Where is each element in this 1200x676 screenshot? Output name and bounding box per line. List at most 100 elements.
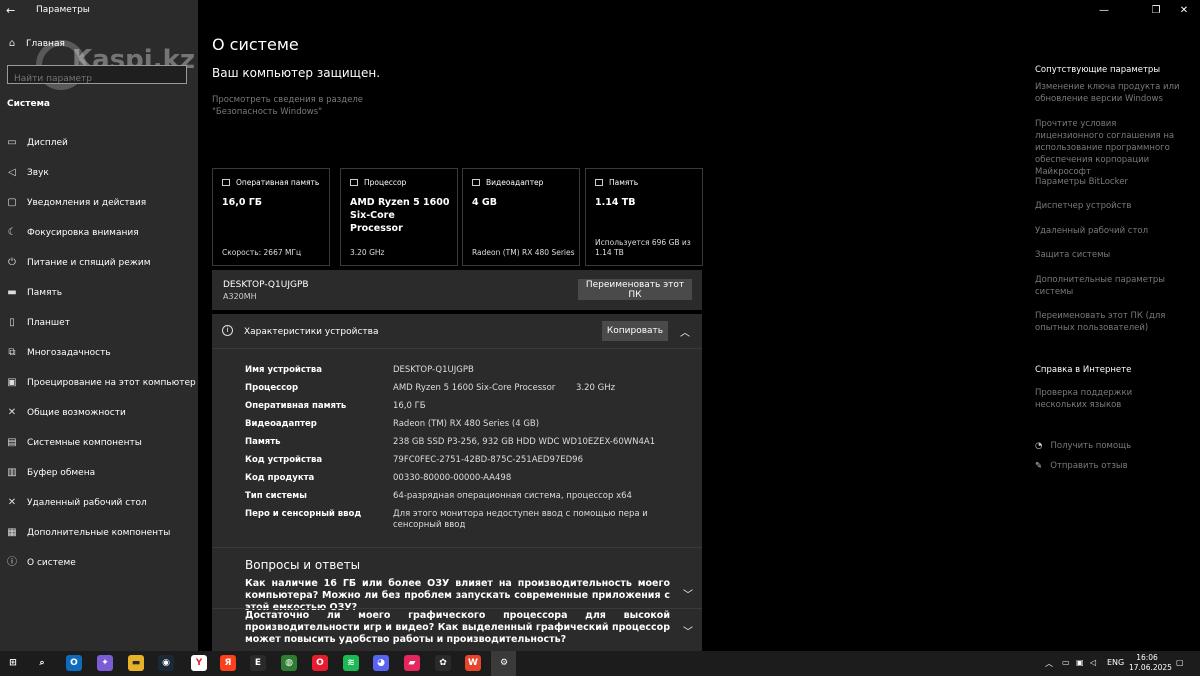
card-head: Оперативная память	[236, 178, 320, 187]
related-link[interactable]: Параметры BitLocker	[1035, 176, 1185, 188]
tablet-icon: ▯	[9, 317, 15, 328]
chevron-down-icon[interactable]: ﹀	[683, 623, 693, 638]
spec-key: Код устройства	[245, 455, 323, 465]
web-help-link[interactable]: Проверка поддержки нескольких языков	[1035, 387, 1185, 411]
clock[interactable]: 16:06 17.06.2025	[1129, 653, 1172, 673]
search-input[interactable]	[8, 70, 186, 88]
spec-key: Тип системы	[245, 491, 307, 501]
sidebar-item[interactable]: ▣ Проецирование на этот компьютер	[6, 376, 195, 390]
info-icon: i	[222, 325, 233, 336]
related-link[interactable]: Прочтите условия лицензионного соглашени…	[1035, 118, 1185, 178]
help-icon: ◔	[1035, 441, 1043, 451]
pc-name: DESKTOP-Q1UJGPB	[223, 280, 309, 290]
search-box[interactable]	[7, 65, 187, 88]
get-help-label: Получить помощь	[1050, 441, 1132, 451]
sidebar-item[interactable]: ◁ Звук	[6, 166, 49, 180]
sidebar-item-label: Многозадачность	[27, 348, 111, 358]
yandex-icon[interactable]: Я	[220, 655, 236, 671]
clipboard-icon: ▥	[7, 467, 17, 478]
back-button[interactable]: ←	[6, 4, 20, 18]
sidebar-item[interactable]: ▬ Память	[6, 286, 62, 300]
sidebar-item[interactable]: ☾ Фокусировка внимания	[6, 226, 139, 240]
spec-value: Для этого монитора недоступен ввод с пом…	[393, 509, 648, 530]
sidebar-item[interactable]: ▯ Планшет	[6, 316, 70, 330]
sidebar-item[interactable]: ⏻ Питание и спящий режим	[6, 256, 150, 270]
notification-icon: ▢	[7, 197, 17, 208]
steam-icon[interactable]: ◉	[158, 655, 174, 671]
related-link[interactable]: Изменение ключа продукта или обновление …	[1035, 81, 1185, 105]
pc-name-panel: DESKTOP-Q1UJGPB A320MH Переименовать это…	[212, 270, 702, 310]
ram-icon	[222, 179, 230, 186]
cpu-card: Процессор AMD Ryzen 5 1600 Six-Core Proc…	[340, 168, 458, 266]
app-title: Параметры	[36, 5, 90, 15]
ram-card: Оперативная память 16,0 ГБ Скорость: 266…	[212, 168, 330, 266]
volume-icon[interactable]: ◁	[1090, 658, 1096, 667]
sidebar-item[interactable]: ▢ Уведомления и действия	[6, 196, 146, 210]
sidebar-item[interactable]: ▥ Буфер обмена	[6, 466, 95, 480]
spotify-icon[interactable]: ≋	[343, 655, 359, 671]
sidebar-item[interactable]: ⓘ О системе	[6, 556, 76, 570]
sidebar-item-label: О системе	[27, 558, 76, 568]
sidebar-item-label: Удаленный рабочий стол	[27, 498, 147, 508]
start-icon[interactable]: ⊞	[5, 655, 21, 671]
gpu-card: Видеоадаптер 4 GB Radeon (TM) RX 480 Ser…	[462, 168, 580, 266]
taskbar: ⊞ ⌕ O ✦ ▬ ◉ Y Я E ◍ O ≋ ◕ ▰ ✿ W ⚙ ︿ ▭ ▣ ◁ ENG 16:06 17.0…	[0, 651, 1200, 676]
sidebar-item[interactable]: ⧉ Многозадачность	[6, 346, 111, 360]
opera-icon[interactable]: O	[312, 655, 328, 671]
gpu-icon	[472, 179, 480, 186]
security-link[interactable]: Просмотреть сведения в разделе "Безопасн…	[212, 94, 422, 118]
settings-icon[interactable]: ⚙	[496, 655, 512, 671]
copy-button[interactable]: Копировать	[602, 321, 668, 341]
notification-icon[interactable]: ▢	[1176, 658, 1184, 667]
epic-games-icon[interactable]: E	[250, 655, 266, 671]
search-icon[interactable]: ⌕	[34, 655, 50, 671]
multitask-icon: ⧉	[8, 347, 16, 358]
related-link[interactable]: Дополнительные параметры системы	[1035, 274, 1185, 298]
card-value: 4 GB	[472, 197, 497, 208]
qa-title: Вопросы и ответы	[245, 558, 361, 572]
sidebar-item[interactable]: ✕ Удаленный рабочий стол	[6, 496, 147, 510]
explorer-icon[interactable]: ▬	[128, 655, 144, 671]
chevron-up-icon[interactable]: ︿	[1045, 658, 1053, 669]
web-help-heading: Справка в Интернете	[1035, 365, 1132, 375]
spec-key: Видеоадаптер	[245, 419, 317, 429]
sidebar-item-label: Планшет	[27, 318, 70, 328]
sidebar-item[interactable]: ▦ Дополнительные компоненты	[6, 526, 170, 540]
yandex-browser-icon[interactable]: Y	[191, 655, 207, 671]
card-head: Память	[609, 178, 639, 187]
card-value: AMD Ryzen 5 1600 Six-Core Processor	[350, 197, 450, 234]
language-indicator[interactable]: ENG	[1107, 658, 1124, 667]
chevron-down-icon[interactable]: ﹀	[683, 586, 693, 601]
related-link[interactable]: Диспетчер устройств	[1035, 200, 1185, 212]
outlook-icon[interactable]: O	[66, 655, 82, 671]
chevron-up-icon[interactable]: ︿	[680, 324, 690, 339]
sidebar: Kaspi.kz ⌂ Главная Система ▭Дисплей◁Звук…	[0, 0, 198, 651]
wps-office-icon[interactable]: W	[465, 655, 481, 671]
shared-icon: ✕	[7, 407, 17, 418]
battery-icon[interactable]: ▭	[1062, 658, 1070, 667]
discord-icon[interactable]: ◕	[373, 655, 389, 671]
get-help-link[interactable]: ◔ Получить помощь	[1035, 440, 1185, 452]
rename-pc-button[interactable]: Переименовать этот ПК	[578, 279, 692, 300]
copilot-icon[interactable]: ✦	[97, 655, 113, 671]
sidebar-item[interactable]: ▭ Дисплей	[6, 136, 68, 150]
related-link[interactable]: Защита системы	[1035, 249, 1185, 261]
sidebar-item[interactable]: ✕ Общие возможности	[6, 406, 126, 420]
qa-question[interactable]: Достаточно ли моего графического процесс…	[245, 610, 670, 646]
spec-value: DESKTOP-Q1UJGPB	[393, 365, 474, 375]
spec-key: Код продукта	[245, 473, 315, 483]
sidebar-item-label: Фокусировка внимания	[27, 228, 139, 238]
feedback-link[interactable]: ✎ Отправить отзыв	[1035, 460, 1185, 472]
feedback-icon: ✎	[1035, 461, 1043, 471]
network-icon[interactable]: ▣	[1076, 658, 1084, 667]
sidebar-item[interactable]: ▤ Системные компоненты	[6, 436, 142, 450]
sidebar-item-label: Звук	[27, 168, 49, 178]
related-link[interactable]: Удаленный рабочий стол	[1035, 225, 1185, 237]
xbox-icon[interactable]: ◍	[281, 655, 297, 671]
power-icon: ⏻	[8, 257, 16, 268]
home-nav-item[interactable]: ⌂ Главная	[6, 38, 65, 50]
chatgpt-icon[interactable]: ✿	[435, 655, 451, 671]
specs-header[interactable]: i Характеристики устройства Копировать ︿	[212, 314, 702, 349]
wps-icon[interactable]: ▰	[404, 655, 420, 671]
related-link[interactable]: Переименовать этот ПК (для опытных польз…	[1035, 310, 1185, 334]
